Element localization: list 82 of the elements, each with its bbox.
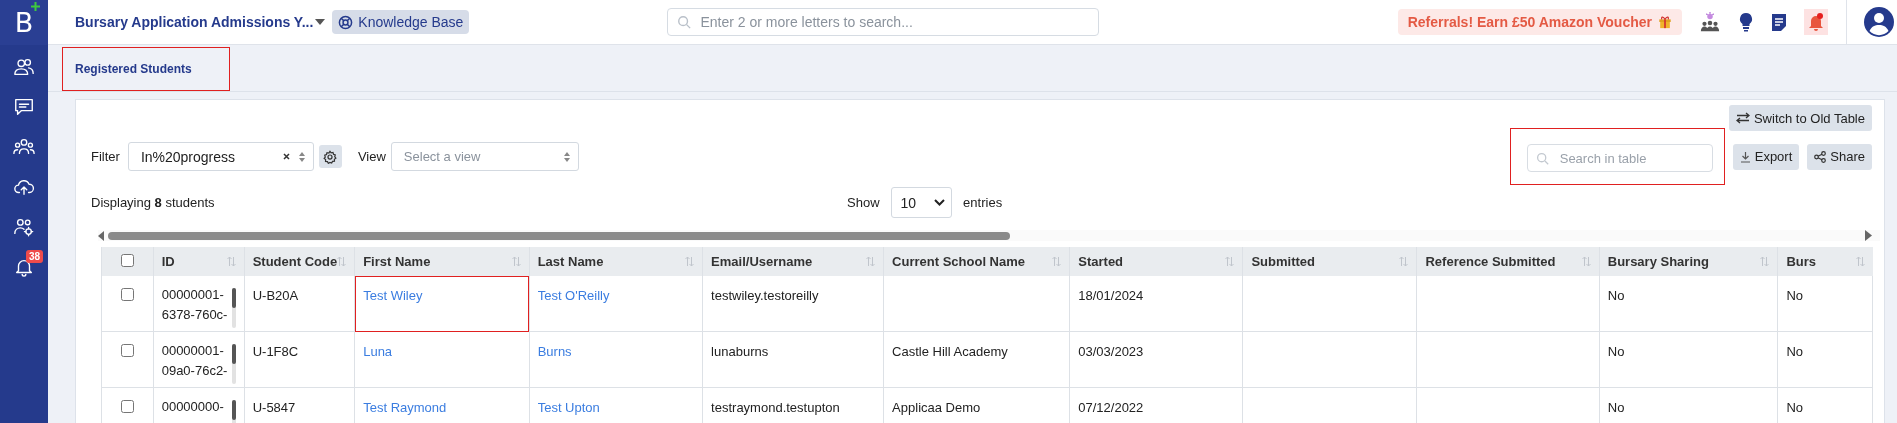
table-cell: 07/12/2022 <box>1078 400 1144 415</box>
row-checkbox[interactable] <box>120 344 134 357</box>
export-button[interactable]: Export <box>1732 143 1800 170</box>
page-size-select[interactable]: 10 <box>890 187 953 218</box>
swap-arrows-icon <box>1735 112 1750 124</box>
notification-count: 38 <box>26 250 44 263</box>
row-checkbox[interactable] <box>120 288 134 301</box>
name-link[interactable]: Test Wiley <box>363 288 423 303</box>
table-cell: testraymond.testupton <box>711 400 840 415</box>
column-header[interactable]: ID <box>161 254 175 269</box>
people-icon[interactable] <box>13 56 35 78</box>
scroll-right-icon[interactable] <box>1865 230 1872 241</box>
people-star-icon[interactable] <box>1699 11 1721 33</box>
share-button[interactable]: Share <box>1807 143 1872 170</box>
knowledge-base-button[interactable]: Knowledge Base <box>332 10 470 34</box>
cell-scrollbar[interactable] <box>231 400 236 423</box>
name-link[interactable]: Test Raymond <box>363 400 447 415</box>
settings-icon <box>323 149 338 164</box>
name-link[interactable]: Test O'Reilly <box>537 288 610 303</box>
horizontal-scrollbar[interactable] <box>98 230 1880 241</box>
table-cell: U-1F8C <box>252 344 299 359</box>
notifications-button[interactable] <box>1804 9 1828 35</box>
share-icon <box>1814 150 1827 163</box>
gift-icon <box>1658 15 1672 29</box>
table-cell: No <box>1786 288 1804 303</box>
column-header[interactable]: Submitted <box>1251 254 1315 269</box>
filter-label: Filter <box>91 149 120 164</box>
table-cell: 03/03/2023 <box>1078 344 1144 359</box>
download-icon <box>1739 150 1751 163</box>
lightbulb-icon[interactable] <box>1738 12 1754 32</box>
search-icon <box>1535 152 1549 165</box>
cell-scrollbar[interactable] <box>231 288 236 328</box>
name-link[interactable]: Burns <box>537 344 572 359</box>
column-header[interactable]: Burs <box>1786 254 1817 269</box>
workspace-dropdown[interactable]: Bursary Application Admissions Y... <box>75 14 326 30</box>
avatar-icon[interactable] <box>1864 7 1894 37</box>
filter-settings-button[interactable] <box>318 145 342 168</box>
filter-select[interactable]: In%20progress <box>127 142 314 171</box>
student-id: 00000001-09a0-76c2- <box>161 344 228 380</box>
column-header[interactable]: Last Name <box>537 254 604 269</box>
sort-caret-icon <box>298 151 305 162</box>
lifebuoy-icon <box>338 14 354 30</box>
entries-label: entries <box>963 195 1003 210</box>
row-checkbox[interactable] <box>120 400 134 413</box>
chevron-down-icon <box>934 199 946 206</box>
search-icon <box>677 15 692 29</box>
column-header[interactable]: Started <box>1078 254 1124 269</box>
plus-icon <box>31 2 40 11</box>
chat-icon[interactable] <box>13 96 35 118</box>
table-cell: No <box>1607 288 1625 303</box>
clear-icon[interactable] <box>282 153 290 160</box>
tab[interactable]: Registered Students <box>62 47 230 91</box>
scroll-left-icon[interactable] <box>98 230 104 241</box>
document-icon[interactable] <box>1771 12 1787 32</box>
switch-table-button[interactable]: Switch to Old Table <box>1728 105 1872 131</box>
table-cell: U-B20A <box>252 288 299 303</box>
table-cell: U-5847 <box>252 400 296 415</box>
select-all-checkbox[interactable] <box>120 253 134 267</box>
show-label: Show <box>847 195 880 210</box>
table-cell: lunaburns <box>711 344 769 359</box>
caret-icon <box>315 19 326 25</box>
table-cell: No <box>1607 344 1625 359</box>
view-label: View <box>357 149 386 164</box>
bell-icon <box>1808 13 1824 31</box>
search-field[interactable]: Enter 2 or more letters to search... <box>667 8 1100 36</box>
cell-scrollbar[interactable] <box>231 344 236 384</box>
table-cell: No <box>1786 344 1804 359</box>
student-id: 00000000- <box>161 400 225 416</box>
table-search-field[interactable]: Search in table <box>1526 144 1713 172</box>
table-cell: Castle Hill Academy <box>892 344 1008 359</box>
table-cell: No <box>1607 400 1625 415</box>
table-cell: 18/01/2024 <box>1078 288 1144 303</box>
group-settings-icon[interactable] <box>13 216 35 238</box>
table-cell: Applicaa Demo <box>892 400 981 415</box>
table-cell: No <box>1786 400 1804 415</box>
name-link[interactable]: Test Upton <box>537 400 600 415</box>
table-cell: testwiley.testoreilly <box>711 288 819 303</box>
student-id: 00000001-6378-760c- <box>161 288 228 324</box>
student-count: Displaying 8 students <box>91 195 216 210</box>
sort-caret-icon <box>563 151 570 162</box>
name-link[interactable]: Luna <box>363 344 393 359</box>
column-header[interactable]: First Name <box>363 254 431 269</box>
